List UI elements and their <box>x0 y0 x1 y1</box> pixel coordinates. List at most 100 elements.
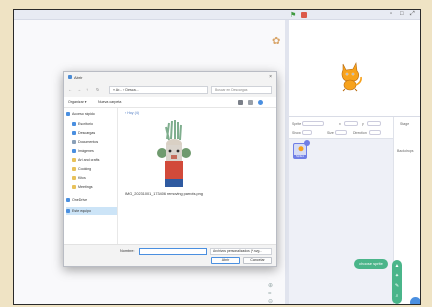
help-icon[interactable] <box>258 100 263 105</box>
dialog-title: Abrir <box>74 75 83 80</box>
file-thumbnail[interactable] <box>149 117 197 189</box>
direction-label: Direction <box>353 131 367 135</box>
nav-item-label: Documentos <box>78 140 99 144</box>
nav-item[interactable]: Escritorio <box>66 120 117 128</box>
dialog-title-bar: Abrir × <box>64 72 276 83</box>
nav-item[interactable]: Descargas <box>66 129 117 137</box>
organize-button[interactable]: Organizar ▾ <box>68 100 87 104</box>
size-field[interactable] <box>335 130 347 135</box>
nav-item-label: Meetings <box>78 185 93 189</box>
cancel-button[interactable]: Cancelar <box>243 257 272 264</box>
stage-label: Stage <box>400 122 410 126</box>
search-input[interactable]: Buscar en Descargas <box>211 86 272 94</box>
y-field[interactable] <box>367 121 381 126</box>
star-icon <box>66 112 70 117</box>
cloud-icon <box>66 198 70 203</box>
dialog-app-icon <box>68 75 72 79</box>
navigation-pane: Acceso rápido Escritorio Descargas Document… <box>64 108 118 244</box>
filename-label: Nombre: <box>120 249 135 253</box>
x-label: x <box>339 122 341 126</box>
nav-item[interactable]: Meetings <box>66 183 117 191</box>
back-icon[interactable]: ← <box>68 87 72 92</box>
direction-field[interactable] <box>369 130 381 135</box>
close-icon[interactable]: × <box>269 74 272 80</box>
sprite-menu[interactable]: ▲ ✦ ✎ ⌕ <box>392 260 402 304</box>
nav-item[interactable]: Cooking <box>66 165 117 173</box>
fullscreen-icon[interactable]: ⤢ <box>410 11 415 18</box>
nav-item[interactable]: Kitcs <box>66 174 117 182</box>
sprite-watermark-icon: ✿ <box>272 36 281 47</box>
nav-item[interactable]: Imágenes <box>66 147 117 155</box>
zoom-controls: ⊕ = ⊖ <box>268 282 273 304</box>
nav-item[interactable]: OneDrive <box>66 196 117 204</box>
nav-item[interactable]: Acceso rápido <box>66 110 117 118</box>
small-stage-icon[interactable]: ▫ <box>390 11 392 17</box>
sprite-pane: Sprite x y Show Size Direction Sprite1 <box>289 117 393 304</box>
desktop-icon <box>72 122 76 127</box>
green-flag-icon[interactable]: ⚑ <box>290 11 296 19</box>
search-icon[interactable]: ⌕ <box>394 293 400 299</box>
screen: ⚑ ▫ □ ⤢ ✿ ⊕ = ⊖ Sprite x y Show Size Dir… <box>13 9 421 305</box>
nav-item-label: Cooking <box>78 167 92 171</box>
file-name-label[interactable]: IMG_20231001_173406 removing parrots.png <box>125 192 275 196</box>
forward-icon[interactable]: → <box>77 87 81 92</box>
refresh-icon[interactable]: ↻ <box>96 87 99 92</box>
nav-item-label: OneDrive <box>72 198 88 202</box>
nav-item-label: Art and crafts <box>78 158 100 162</box>
photo-frame: ⚑ ▫ □ ⤢ ✿ ⊕ = ⊖ Sprite x y Show Size Dir… <box>0 0 432 307</box>
zoom-out-icon[interactable]: ⊖ <box>268 298 273 304</box>
nav-item[interactable]: Art and crafts <box>66 156 117 164</box>
new-folder-button[interactable]: Nueva carpeta <box>98 100 121 104</box>
show-label: Show <box>292 131 301 135</box>
command-bar: Organizar ▾ Nueva carpeta <box>64 97 276 108</box>
surprise-icon[interactable]: ✦ <box>394 273 400 279</box>
zoom-in-icon[interactable]: ⊕ <box>268 282 273 290</box>
pictures-icon <box>72 149 76 154</box>
paint-icon[interactable]: ✎ <box>394 283 400 289</box>
zoom-reset-icon[interactable]: = <box>268 290 273 298</box>
sprite-name-field[interactable] <box>302 121 324 126</box>
computer-icon <box>66 209 70 214</box>
dialog-footer: Nombre: Archivos personalizados (*.svg..… <box>64 244 276 266</box>
file-list: › Hoy (4) IMG_20231001_173406 removing p… <box>119 108 276 244</box>
address-bar: ← → ↑ ↻ » Ar... › Desca... Buscar en Des… <box>64 83 276 97</box>
x-field[interactable] <box>344 121 358 126</box>
scratch-cat-sprite[interactable] <box>337 60 363 92</box>
download-icon <box>72 131 76 136</box>
open-file-dialog: Abrir × ← → ↑ ↻ » Ar... › Desca... Busca… <box>63 71 277 267</box>
sprite-name-label: Sprite <box>292 122 302 126</box>
folder-icon <box>72 167 76 172</box>
cat-thumbnail-icon <box>298 146 304 152</box>
upload-icon[interactable]: ▲ <box>394 263 400 269</box>
folder-icon <box>72 176 76 181</box>
sprite-info: Sprite x y Show Size Direction <box>289 117 393 139</box>
show-toggle[interactable] <box>302 130 312 135</box>
nav-item[interactable]: Documentos <box>66 138 117 146</box>
preview-pane-icon[interactable] <box>248 100 253 105</box>
stop-icon[interactable] <box>301 12 307 18</box>
up-icon[interactable]: ↑ <box>86 87 88 92</box>
nav-item-label: Este equipo <box>72 209 91 213</box>
sprite-thumbnail-name: Sprite1 <box>294 155 306 158</box>
choose-sprite-tooltip: choose sprite <box>354 259 388 269</box>
top-toolbar: ⚑ ▫ □ ⤢ <box>14 10 420 20</box>
open-button[interactable]: Abrir <box>211 257 240 264</box>
group-header[interactable]: › Hoy (4) <box>125 111 139 115</box>
filetype-select[interactable]: Archivos personalizados (*.svg... <box>210 248 272 255</box>
nav-item[interactable]: Este equipo <box>66 207 117 215</box>
nav-item-label: Kitcs <box>78 176 86 180</box>
y-label: y <box>362 122 364 126</box>
large-stage-icon[interactable]: □ <box>400 11 404 17</box>
filename-input[interactable] <box>139 248 207 255</box>
folder-icon <box>72 158 76 163</box>
size-label: Size <box>327 131 334 135</box>
view-options-icon[interactable] <box>238 100 243 105</box>
sprite-thumbnail[interactable]: Sprite1 <box>293 140 310 159</box>
path-field[interactable]: » Ar... › Desca... <box>109 86 208 94</box>
choose-backdrop-button[interactable] <box>410 297 420 304</box>
backdrops-label: Backdrops <box>397 149 414 153</box>
stage[interactable] <box>289 20 420 117</box>
nav-item-label: Imágenes <box>78 149 94 153</box>
documents-icon <box>72 140 76 145</box>
nav-item-label: Acceso rápido <box>72 112 95 116</box>
